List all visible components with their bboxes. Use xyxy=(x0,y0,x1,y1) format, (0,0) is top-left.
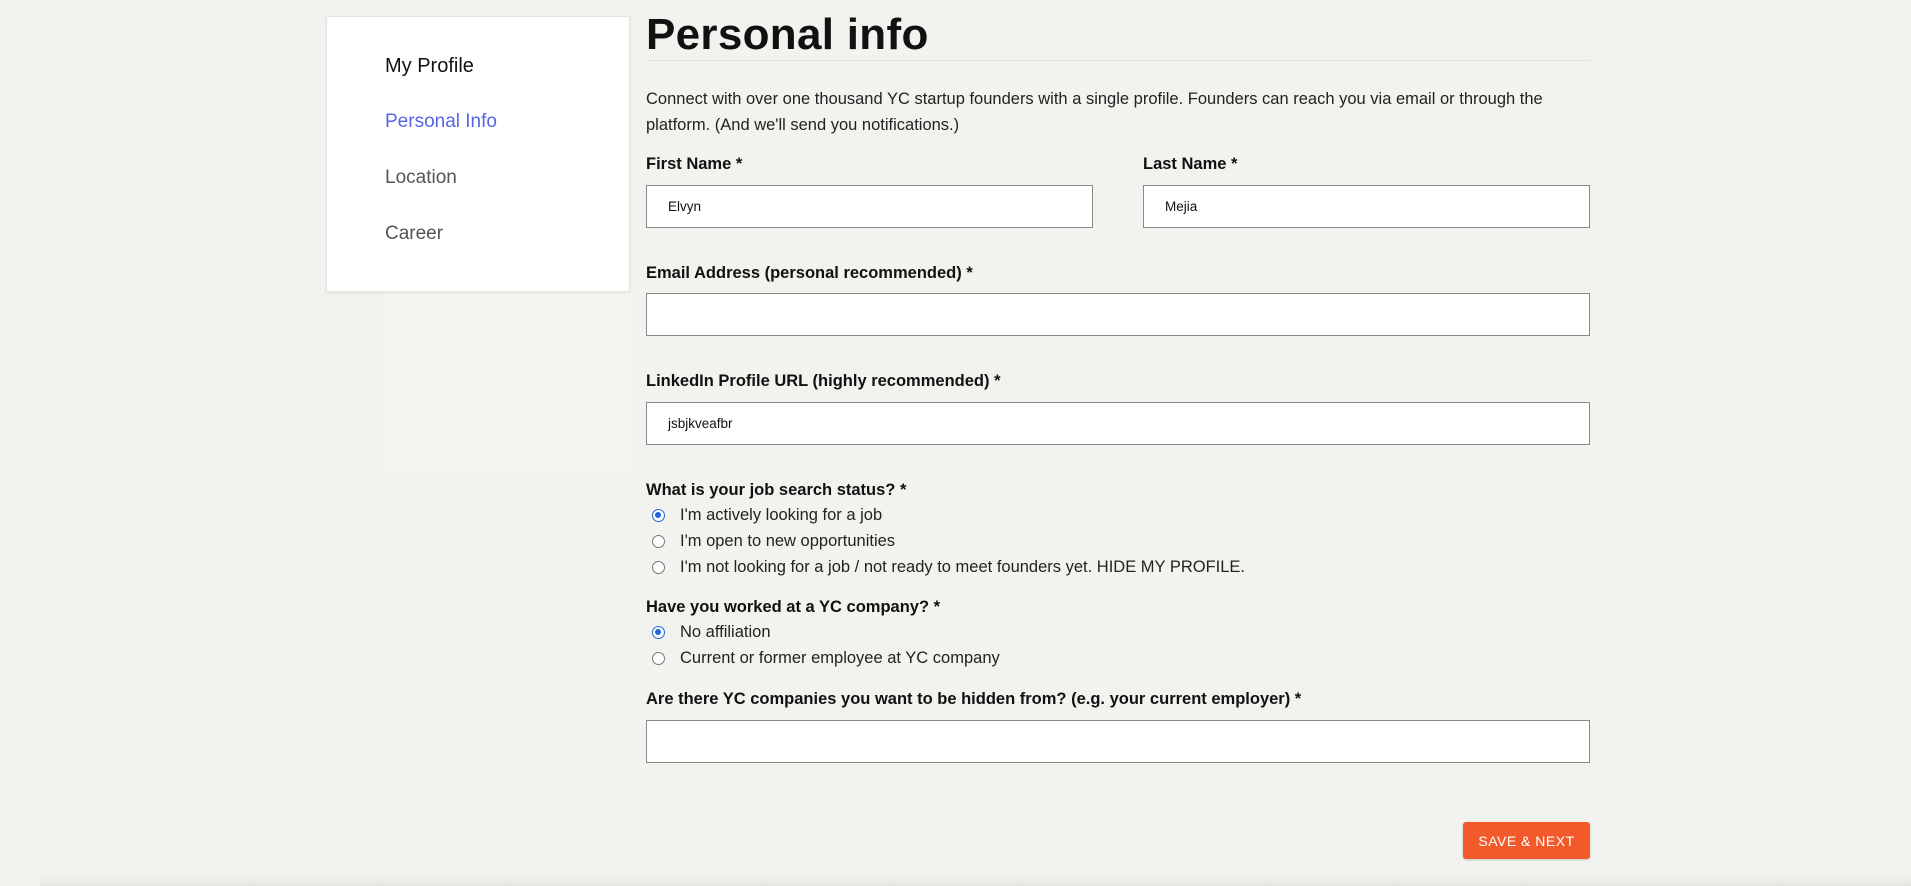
job-status-option-active[interactable]: I'm actively looking for a job xyxy=(646,506,882,525)
last-name-field[interactable] xyxy=(1143,185,1590,228)
yc-option-no-affiliation[interactable]: No affiliation xyxy=(646,623,771,642)
hidden-companies-field[interactable] xyxy=(646,720,1590,763)
yc-option-label: No affiliation xyxy=(680,623,771,641)
job-status-option-hide[interactable]: I'm not looking for a job / not ready to… xyxy=(646,558,1245,577)
sidebar-title: My Profile xyxy=(385,55,474,77)
sidebar-item-personal-info[interactable]: Personal Info xyxy=(385,111,497,133)
page-title: Personal info xyxy=(646,10,929,59)
radio-checked[interactable] xyxy=(652,509,665,522)
email-field[interactable] xyxy=(646,293,1590,336)
yc-option-employee[interactable]: Current or former employee at YC company xyxy=(646,649,1000,668)
radio-unchecked[interactable] xyxy=(652,561,665,574)
first-name-label: First Name * xyxy=(646,155,743,173)
intro-text: Connect with over one thousand YC startu… xyxy=(646,90,1543,134)
linkedin-url-field[interactable] xyxy=(646,402,1590,445)
last-name-label: Last Name * xyxy=(1143,155,1238,173)
job-status-option-label: I'm actively looking for a job xyxy=(680,506,883,524)
radio-checked[interactable] xyxy=(652,626,665,639)
linkedin-label: LinkedIn Profile URL (highly recommended… xyxy=(646,372,1001,390)
save-and-next-button[interactable]: SAVE & NEXT xyxy=(1463,822,1590,859)
job-status-option-open[interactable]: I'm open to new opportunities xyxy=(646,532,895,551)
radio-unchecked[interactable] xyxy=(652,652,665,665)
sidebar-item-location[interactable]: Location xyxy=(385,167,457,189)
yc-company-label: Have you worked at a YC company? * xyxy=(646,598,941,616)
title-divider xyxy=(646,60,1590,61)
job-status-option-label: I'm open to new opportunities xyxy=(680,532,896,550)
job-search-status-label: What is your job search status? * xyxy=(646,481,907,499)
sidebar-item-career[interactable]: Career xyxy=(385,223,443,245)
bottom-edge xyxy=(40,876,1911,886)
job-status-option-label: I'm not looking for a job / not ready to… xyxy=(680,558,1246,576)
yc-option-label: Current or former employee at YC company xyxy=(680,649,1000,667)
hidden-companies-label: Are there YC companies you want to be hi… xyxy=(646,690,1302,708)
email-label: Email Address (personal recommended) * xyxy=(646,264,973,282)
sidebar-backdrop xyxy=(386,292,630,472)
first-name-field[interactable] xyxy=(646,185,1093,228)
radio-unchecked[interactable] xyxy=(652,535,665,548)
profile-sidebar: My Profile Personal Info Location Career xyxy=(326,16,630,292)
